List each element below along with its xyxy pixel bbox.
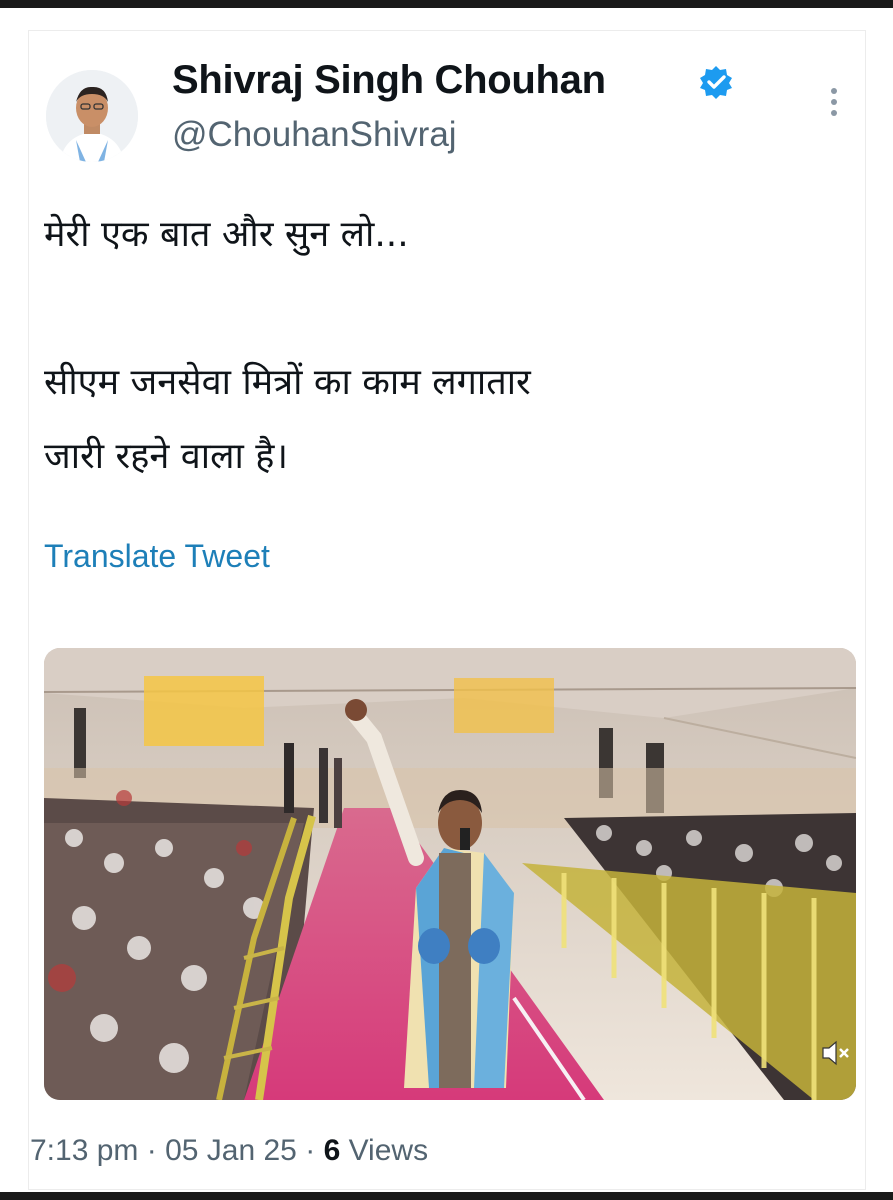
top-edge-bar xyxy=(0,0,893,8)
views-label: Views xyxy=(348,1134,429,1167)
verified-badge-icon xyxy=(700,66,732,99)
author-display-name[interactable]: Shivraj Singh Chouhan xyxy=(172,58,606,103)
meta-separator: · xyxy=(305,1134,316,1167)
bottom-edge-bar xyxy=(0,1192,893,1200)
tweet-text-line: मेरी एक बात और सुन लो... xyxy=(44,214,409,255)
avatar[interactable] xyxy=(46,70,138,162)
profile-photo-icon xyxy=(46,70,138,162)
author-handle[interactable]: @ChouhanShivraj xyxy=(172,115,457,155)
views-count: 6 xyxy=(323,1134,341,1167)
tweet-time[interactable]: 7:13 pm xyxy=(30,1134,138,1167)
more-options-icon[interactable] xyxy=(826,88,842,122)
tweet-text-line: जारी रहने वाला है। xyxy=(44,436,289,477)
tweet-video[interactable] xyxy=(44,648,856,1100)
video-frame xyxy=(44,648,856,1100)
translate-tweet-link[interactable]: Translate Tweet xyxy=(44,538,270,575)
tweet-text: मेरी एक बात और सुन लो... सीएम जनसेवा मित… xyxy=(44,198,834,494)
tweet-date[interactable]: 05 Jan 25 xyxy=(165,1134,297,1167)
meta-separator: · xyxy=(146,1134,157,1167)
tweet-meta: 7:13 pm · 05 Jan 25 · 6 Views xyxy=(30,1134,428,1168)
tweet-text-line: सीएम जनसेवा मित्रों का काम लगातार xyxy=(44,362,531,403)
